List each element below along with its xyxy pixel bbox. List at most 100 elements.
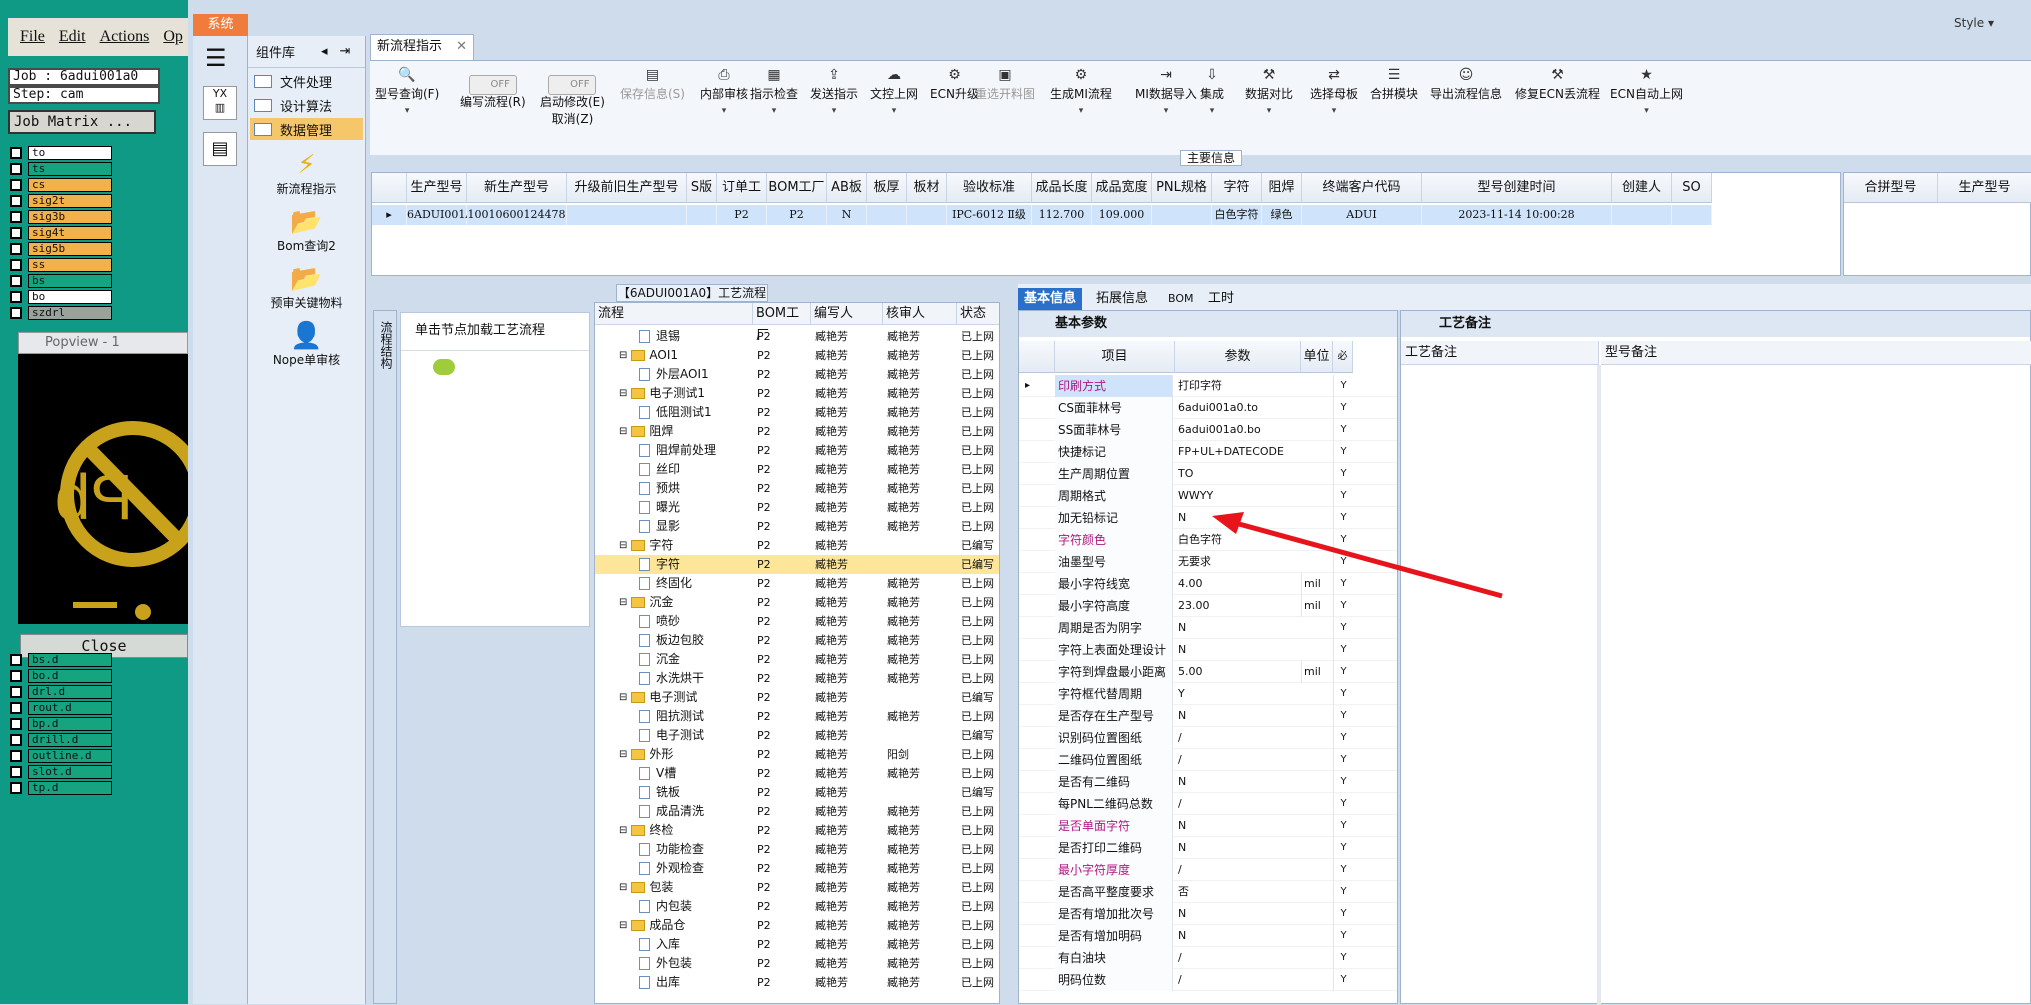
tree-row[interactable]: 外观检查 P2 臧艳芳 臧艳芳 已上网 (595, 859, 999, 878)
layer-checkbox[interactable] (10, 750, 22, 762)
param-row[interactable]: 油墨型号 无要求 Y (1019, 551, 1397, 573)
tree-row[interactable]: 字符 P2 臧艳芳 已编写 (595, 555, 999, 574)
layer-row[interactable]: ss (10, 257, 132, 273)
toolbar-button-8[interactable]: ⚙ ECN升级 (930, 67, 979, 102)
tab-bom[interactable]: BOM (1162, 288, 1200, 310)
grid-header-3[interactable]: S版 (687, 173, 717, 203)
job-matrix-button[interactable]: Job Matrix ... (8, 110, 156, 134)
tree-row[interactable]: ⊟ 沉金 P2 臧艳芳 臧艳芳 已上网 (595, 593, 999, 612)
grid-header-0[interactable]: 生产型号 (407, 173, 467, 203)
param-value[interactable]: 打印字符 (1175, 375, 1301, 397)
tree-row[interactable]: ⊟ 字符 P2 臧艳芳 已编写 (595, 536, 999, 555)
pin-icon[interactable]: ⇥ (340, 44, 351, 59)
tree-row[interactable]: 入库 P2 臧艳芳 臧艳芳 已上网 (595, 935, 999, 954)
toolbar-button-12[interactable]: ⇩ 集成 ▾ (1200, 67, 1224, 116)
layer-checkbox[interactable] (10, 686, 22, 698)
collapse-left-icon[interactable]: ◂ (321, 44, 328, 59)
tree-header-2[interactable]: 编写人 (811, 303, 883, 325)
tab-basic-info[interactable]: 基本信息 (1018, 288, 1083, 310)
param-value[interactable]: N (1175, 925, 1301, 947)
param-row[interactable]: 是否有增加明码 N Y (1019, 925, 1397, 947)
required-header[interactable]: 必 (1333, 341, 1353, 373)
menu-edit[interactable]: Edit (59, 28, 86, 46)
tree-row[interactable]: V槽 P2 臧艳芳 臧艳芳 已上网 (595, 764, 999, 783)
param-row[interactable]: 生产周期位置 TO Y (1019, 463, 1397, 485)
tree-row[interactable]: 终固化 P2 臧艳芳 臧艳芳 已上网 (595, 574, 999, 593)
param-row[interactable]: 字符框代替周期 Y Y (1019, 683, 1397, 705)
layer-checkbox[interactable] (10, 147, 22, 159)
layer-row[interactable]: drill.d (10, 732, 132, 748)
menu-options[interactable]: Op (163, 28, 183, 46)
remark-splitter[interactable] (1597, 365, 1601, 1005)
layer-row[interactable]: rout.d (10, 700, 132, 716)
tree-row[interactable]: ⊟ 终检 P2 臧艳芳 臧艳芳 已上网 (595, 821, 999, 840)
toggle-off-icon[interactable]: OFF (548, 75, 597, 95)
grid-cell-2[interactable] (567, 205, 687, 225)
layer-checkbox[interactable] (10, 702, 22, 714)
tree-row[interactable]: ⊟ 成品仓 P2 臧艳芳 臧艳芳 已上网 (595, 916, 999, 935)
param-value[interactable]: N (1175, 639, 1301, 661)
pre-review-item[interactable]: 📂 预审关键物料 (248, 264, 365, 311)
grid-header-8[interactable]: 板材 (907, 173, 947, 203)
param-row[interactable]: 字符上表面处理设计 N Y (1019, 639, 1397, 661)
tree-row[interactable]: 外包装 P2 臧艳芳 臧艳芳 已上网 (595, 954, 999, 973)
layer-checkbox[interactable] (10, 307, 22, 319)
param-row[interactable]: ▸ 印刷方式 打印字符 Y (1019, 375, 1397, 397)
layer-checkbox[interactable] (10, 734, 22, 746)
toolbar-button-16[interactable]: ☺ 导出流程信息 (1430, 67, 1502, 102)
layer-checkbox[interactable] (10, 211, 22, 223)
grid-cell-0[interactable]: 6ADUI001A0 (407, 205, 480, 225)
dropdown-arrow-icon[interactable]: ▾ (750, 106, 798, 116)
layer-checkbox[interactable] (10, 259, 22, 271)
layer-checkbox[interactable] (10, 718, 22, 730)
tree-row[interactable]: 预烘 P2 臧艳芳 臧艳芳 已上网 (595, 479, 999, 498)
grid-cell-4[interactable]: P2 (717, 205, 767, 225)
toolbar-button-5[interactable]: ▦ 指示检查 ▾ (750, 67, 798, 116)
process-structure-side-tab[interactable]: 流程结构 (373, 310, 397, 1004)
collapse-icon[interactable]: ⊟ (619, 593, 627, 612)
param-value[interactable]: 4.00 (1175, 573, 1301, 595)
grid-header-18[interactable]: SO (1672, 173, 1712, 203)
layer-checkbox[interactable] (10, 766, 22, 778)
layer-row[interactable]: bs.d (10, 652, 132, 668)
grid-header-14[interactable]: 阻焊 (1262, 173, 1302, 203)
item-header[interactable]: 项目 (1055, 341, 1175, 373)
param-row[interactable]: 是否有二维码 N Y (1019, 771, 1397, 793)
toolbar-button-4[interactable]: ⎙ 内部审核 ▾ (700, 67, 748, 116)
param-value[interactable]: / (1175, 793, 1301, 815)
collapse-icon[interactable]: ⊟ (619, 745, 627, 764)
param-value[interactable]: 6adui001a0.bo (1175, 419, 1301, 441)
tree-row[interactable]: 外层AOI1 P2 臧艳芳 臧艳芳 已上网 (595, 365, 999, 384)
toolbar-button-0[interactable]: 🔍 型号查询(F) ▾ (375, 67, 439, 116)
grid-cell-9[interactable]: IPC-6012 Ⅱ级 (947, 205, 1032, 225)
tree-row[interactable]: 低阻测试1 P2 臧艳芳 臧艳芳 已上网 (595, 403, 999, 422)
tree-row[interactable]: 成品清洗 P2 臧艳芳 臧艳芳 已上网 (595, 802, 999, 821)
layer-row[interactable]: slot.d (10, 764, 132, 780)
layer-row[interactable]: drl.d (10, 684, 132, 700)
layer-row[interactable]: bs (10, 273, 132, 289)
grid-cell-6[interactable]: N (827, 205, 867, 225)
nope-review-item[interactable]: 👤 Nope单审核 (248, 321, 365, 368)
tree-row[interactable]: ⊟ 电子测试1 P2 臧艳芳 臧艳芳 已上网 (595, 384, 999, 403)
dropdown-arrow-icon[interactable]: ▾ (1135, 106, 1197, 116)
toolbar-button-7[interactable]: ☁ 文控上网 ▾ (870, 67, 918, 116)
param-row[interactable]: 字符到焊盘最小距离 5.00 mil Y (1019, 661, 1397, 683)
layer-row[interactable]: sig4t (10, 225, 132, 241)
toolbar-button-11[interactable]: ⇥ MI数据导入 ▾ (1135, 67, 1197, 116)
tree-row[interactable]: 功能检查 P2 臧艳芳 臧艳芳 已上网 (595, 840, 999, 859)
grid-header-6[interactable]: AB板 (827, 173, 867, 203)
grid-header-12[interactable]: PNL规格 (1152, 173, 1212, 203)
grid-header-9[interactable]: 验收标准 (947, 173, 1032, 203)
grid-header-11[interactable]: 成品宽度 (1092, 173, 1152, 203)
param-value[interactable]: WWYY (1175, 485, 1301, 507)
param-row[interactable]: 明码位数 / Y (1019, 969, 1397, 991)
grid-header-4[interactable]: 订单工厂 (717, 173, 767, 225)
toolbar-button-13[interactable]: ⚒ 数据对比 ▾ (1245, 67, 1293, 116)
dropdown-arrow-icon[interactable]: ▾ (810, 106, 858, 116)
param-row[interactable]: 最小字符线宽 4.00 mil Y (1019, 573, 1397, 595)
grid-cell-1[interactable]: 10010600124478 (467, 205, 567, 225)
layer-checkbox[interactable] (10, 275, 22, 287)
tree-row[interactable]: 内包装 P2 臧艳芳 臧艳芳 已上网 (595, 897, 999, 916)
param-row[interactable]: 有白油块 / Y (1019, 947, 1397, 969)
param-row[interactable]: 快捷标记 FP+UL+DATECODE Y (1019, 441, 1397, 463)
